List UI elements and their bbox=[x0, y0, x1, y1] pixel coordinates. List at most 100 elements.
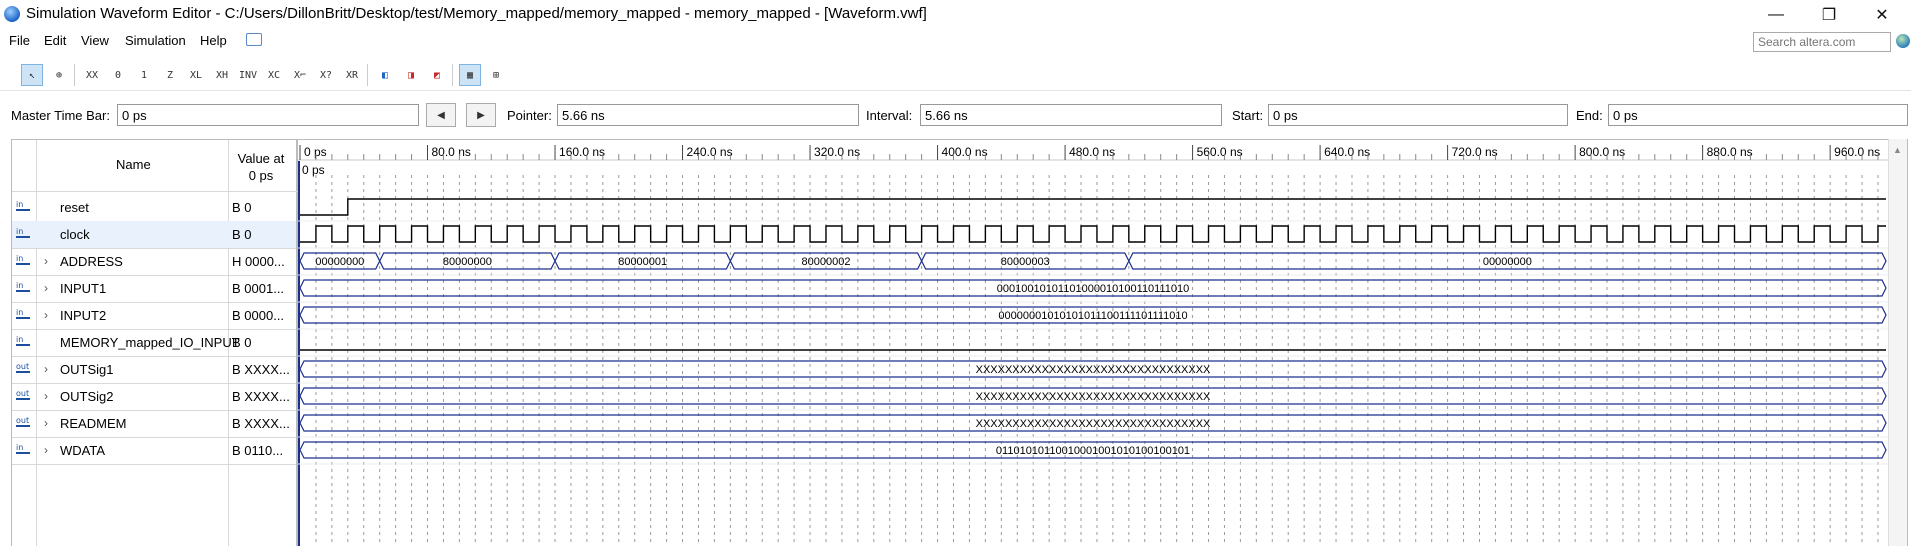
snap-to-grid-icon[interactable]: ▦ bbox=[459, 64, 481, 86]
cursor-time-label: 0 ps bbox=[302, 163, 325, 177]
signal-value: B 0110... bbox=[232, 443, 284, 458]
force-high-icon[interactable]: 1 bbox=[133, 64, 155, 86]
value-time-label: 0 ps bbox=[248, 168, 274, 183]
menu-view[interactable]: View bbox=[81, 33, 109, 48]
bus-value-label: 80000001 bbox=[618, 256, 667, 268]
force-weak-low-icon[interactable]: XL bbox=[185, 64, 207, 86]
count-value-icon[interactable]: XC bbox=[263, 64, 285, 86]
menu-simulation[interactable]: Simulation bbox=[125, 33, 186, 48]
signal-value: B 0001... bbox=[232, 281, 285, 296]
vertical-scrollbar[interactable]: ▲ bbox=[1888, 139, 1907, 546]
expand-chevron-icon[interactable]: › bbox=[44, 308, 48, 322]
signal-name: MEMORY_mapped_IO_INPUT bbox=[60, 335, 240, 350]
signal-name: clock bbox=[60, 227, 90, 242]
clock-waveform bbox=[300, 225, 1886, 243]
force-z-icon[interactable]: Z bbox=[159, 64, 181, 86]
start-input[interactable] bbox=[1268, 104, 1568, 126]
timeline-tick-label: 880.0 ns bbox=[1707, 145, 1753, 159]
value-column-header: Value at 0 ps bbox=[232, 150, 290, 184]
end-input[interactable] bbox=[1608, 104, 1908, 126]
search-input[interactable] bbox=[1753, 32, 1891, 52]
name-column-header: Name bbox=[116, 157, 151, 172]
expand-chevron-icon[interactable]: › bbox=[44, 254, 48, 268]
expand-chevron-icon[interactable]: › bbox=[44, 281, 48, 295]
bus-value-label: 80000000 bbox=[443, 256, 492, 268]
input-pin-icon: in bbox=[16, 309, 32, 323]
group-icon[interactable]: ⊞ bbox=[485, 64, 507, 86]
bus-value-label: XXXXXXXXXXXXXXXXXXXXXXXXXXXXXXXX bbox=[976, 391, 1211, 403]
input-pin-icon: in bbox=[16, 444, 32, 458]
bus-value-label: 80000003 bbox=[1001, 256, 1050, 268]
signal-name: ADDRESS bbox=[60, 254, 123, 269]
timeline-tick-label: 960.0 ns bbox=[1834, 145, 1880, 159]
value-at-label: Value at bbox=[237, 151, 285, 166]
expand-chevron-icon[interactable]: › bbox=[44, 362, 48, 376]
signal-row[interactable] bbox=[12, 194, 296, 221]
next-transition-button[interactable]: ▶ bbox=[466, 103, 496, 127]
previous-transition-button[interactable]: ◀ bbox=[426, 103, 456, 127]
end-label: End: bbox=[1576, 108, 1603, 123]
minimize-button[interactable]: — bbox=[1753, 0, 1799, 30]
signal-name: OUTSig1 bbox=[60, 362, 114, 377]
output-pin-icon: out bbox=[16, 416, 30, 427]
interval-label: Interval: bbox=[866, 108, 913, 123]
force-unknown-icon[interactable]: XX bbox=[81, 64, 103, 86]
signal-name: INPUT2 bbox=[60, 308, 107, 323]
bus-value-label: 00000000 bbox=[1483, 256, 1532, 268]
close-button[interactable]: ✕ bbox=[1859, 0, 1905, 30]
bus-value-label: XXXXXXXXXXXXXXXXXXXXXXXXXXXXXXXX bbox=[976, 364, 1211, 376]
generate-netlist-icon[interactable]: ◩ bbox=[426, 64, 448, 86]
input-pin-icon: in bbox=[16, 336, 32, 350]
signal-name: reset bbox=[60, 200, 89, 215]
force-low-icon[interactable]: 0 bbox=[107, 64, 129, 86]
header-divider bbox=[12, 191, 298, 192]
menu-edit[interactable]: Edit bbox=[44, 33, 66, 48]
select-tool-icon[interactable]: ↖ bbox=[21, 64, 43, 86]
app-icon bbox=[4, 6, 20, 22]
master-time-bar-input[interactable] bbox=[117, 104, 419, 126]
pointer-input[interactable] bbox=[557, 104, 859, 126]
menu-file[interactable]: File bbox=[9, 33, 30, 48]
bus-value-label: 00010010101101000010100110111010 bbox=[997, 283, 1190, 295]
timeline-tick-label: 480.0 ns bbox=[1069, 145, 1115, 159]
random-value-icon[interactable]: X? bbox=[315, 64, 337, 86]
bus-value-label: 00000001010101011100111101111010 bbox=[998, 310, 1187, 322]
run-functional-simulation-icon[interactable]: ◧ bbox=[374, 64, 396, 86]
toolbar-separator bbox=[452, 64, 453, 86]
timeline-tick-label: 640.0 ns bbox=[1324, 145, 1370, 159]
signal-value: H 0000... bbox=[232, 254, 285, 269]
timeline-tick-label: 720.0 ns bbox=[1452, 145, 1498, 159]
zoom-tool-icon[interactable]: ⊕ bbox=[48, 64, 70, 86]
expand-chevron-icon[interactable]: › bbox=[44, 443, 48, 457]
interval-input[interactable] bbox=[920, 104, 1222, 126]
expand-chevron-icon[interactable]: › bbox=[44, 389, 48, 403]
arbitrary-value-icon[interactable]: XR bbox=[341, 64, 363, 86]
signal-name: READMEM bbox=[60, 416, 127, 431]
row-divider bbox=[12, 464, 296, 465]
force-weak-high-icon[interactable]: XH bbox=[211, 64, 233, 86]
waveform-display[interactable]: 0 ps 80.0 ns 160.0 ns 240.0 ns 320.0 ns 400.0… bbox=[298, 139, 1888, 546]
input-pin-icon: in bbox=[16, 255, 32, 269]
maximize-button[interactable]: ❐ bbox=[1806, 0, 1852, 30]
run-timing-simulation-icon[interactable]: ◨ bbox=[400, 64, 422, 86]
signal-name: INPUT1 bbox=[60, 281, 107, 296]
signal-value: B 0 bbox=[232, 227, 252, 242]
toolbar-separator bbox=[74, 64, 75, 86]
invert-icon[interactable]: INV bbox=[237, 64, 259, 86]
expand-chevron-icon[interactable]: › bbox=[44, 416, 48, 430]
signal-value: B XXXX... bbox=[232, 416, 290, 431]
signal-value: B XXXX... bbox=[232, 362, 290, 377]
signal-value: B 0000... bbox=[232, 308, 285, 323]
toolbar bbox=[0, 60, 1911, 91]
scroll-up-icon[interactable]: ▲ bbox=[1893, 145, 1902, 155]
clock-value-icon[interactable]: X⌐ bbox=[289, 64, 311, 86]
output-pin-icon: out bbox=[16, 362, 30, 373]
signal-name: OUTSig2 bbox=[60, 389, 114, 404]
menu-help[interactable]: Help bbox=[200, 33, 227, 48]
timeline-tick-label: 240.0 ns bbox=[687, 145, 733, 159]
timeline-tick-label: 800.0 ns bbox=[1579, 145, 1625, 159]
globe-icon[interactable] bbox=[1896, 34, 1910, 48]
signal-row[interactable] bbox=[12, 221, 296, 248]
chat-icon[interactable] bbox=[246, 33, 262, 46]
signal-value: B XXXX... bbox=[232, 389, 290, 404]
